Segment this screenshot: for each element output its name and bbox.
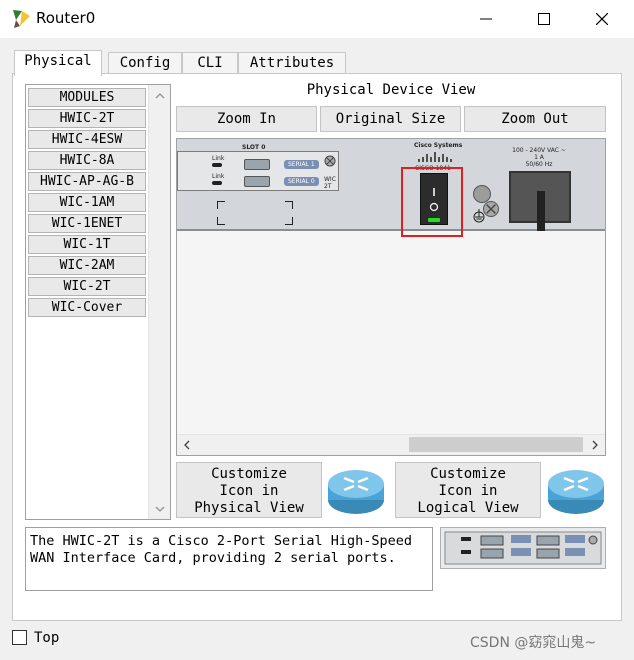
device-view-canvas: SLOT 0 Link Link SERIAL 1 SERIAL 0 WIC 2… (176, 138, 606, 456)
zoom-in-button[interactable]: Zoom In (176, 106, 317, 132)
screw-icon (483, 201, 499, 217)
watermark: CSDN @窈窕山鬼~ (470, 635, 597, 651)
customize-physical-label: Customize Icon in Physical View (194, 466, 304, 516)
serial1-label: SERIAL 1 (284, 160, 319, 169)
module-item-hwic-4esw[interactable]: HWIC-4ESW (28, 130, 146, 149)
module-thumbnail (440, 527, 606, 569)
router-logical-icon (548, 470, 604, 514)
module-header[interactable]: MODULES (28, 88, 146, 107)
module-description: The HWIC-2T is a Cisco 2-Port Serial Hig… (25, 527, 433, 591)
router-chassis: SLOT 0 Link Link SERIAL 1 SERIAL 0 WIC 2… (177, 139, 605, 237)
scroll-left-button[interactable] (177, 435, 197, 455)
link-led-1 (212, 163, 222, 167)
ground-symbol-icon (473, 209, 485, 223)
card-model-label-2: 2T (324, 183, 332, 190)
module-item-wic-2am[interactable]: WIC-2AM (28, 256, 146, 275)
router-physical-icon (328, 470, 384, 514)
serial0-port[interactable] (244, 176, 270, 187)
customize-physical-icon-button[interactable]: Customize Icon in Physical View (176, 462, 322, 518)
tab-physical[interactable]: Physical (14, 50, 102, 76)
power-rating-line-3: 50/60 Hz (525, 161, 553, 168)
top-checkbox-label: Top (34, 630, 60, 646)
cisco-brand-label: Cisco Systems (414, 142, 463, 149)
module-item-wic-2t[interactable]: WIC-2T (28, 277, 146, 296)
module-item-wic-1enet[interactable]: WIC-1ENET (28, 214, 146, 233)
card-model-label-1: WIC (324, 176, 336, 183)
power-switch-highlight (401, 167, 463, 237)
hscroll-thumb[interactable] (409, 437, 583, 452)
module-item-hwic-ap-ag-b[interactable]: HWIC-AP-AG-B (28, 172, 146, 191)
power-rating: 100 - 240V VAC ~ 1 A 50/60 Hz (507, 147, 571, 168)
empty-slot-bracket-bl (217, 217, 225, 225)
device-view-hscrollbar[interactable] (177, 434, 605, 455)
module-item-wic-cover[interactable]: WIC-Cover (28, 298, 146, 317)
minimize-button[interactable] (463, 0, 509, 38)
module-list-scrollbar[interactable] (148, 85, 170, 519)
module-item-hwic-2t[interactable]: HWIC-2T (28, 109, 146, 128)
tab-cli[interactable]: CLI (182, 52, 238, 74)
top-checkbox[interactable] (12, 630, 27, 645)
link-label-2: Link (212, 173, 225, 180)
chevron-down-icon (155, 506, 164, 512)
power-cord (537, 191, 545, 231)
module-item-hwic-8a[interactable]: HWIC-8A (28, 151, 146, 170)
title-bar: Router0 (0, 0, 634, 38)
scroll-right-button[interactable] (585, 435, 605, 455)
serial1-port[interactable] (244, 159, 270, 170)
scroll-down-button[interactable] (149, 498, 170, 519)
chevron-right-icon (592, 440, 598, 450)
power-rating-line-1: 100 - 240V VAC ~ (512, 147, 566, 154)
zoom-out-button[interactable]: Zoom Out (464, 106, 606, 132)
wic-2t-card[interactable]: SLOT 0 Link Link SERIAL 1 SERIAL 0 WIC 2… (177, 144, 339, 191)
slot-label: SLOT 0 (242, 144, 266, 151)
module-item-wic-1t[interactable]: WIC-1T (28, 235, 146, 254)
serial0-label: SERIAL 0 (284, 177, 319, 186)
cisco-logo-icon (418, 152, 452, 162)
tab-config[interactable]: Config (108, 52, 182, 74)
chevron-up-icon (155, 92, 164, 98)
tab-attributes[interactable]: Attributes (238, 52, 346, 74)
original-size-button[interactable]: Original Size (320, 106, 461, 132)
module-item-wic-1am[interactable]: WIC-1AM (28, 193, 146, 212)
maximize-icon (538, 13, 550, 25)
link-label-1: Link (212, 155, 225, 162)
power-rating-line-2: 1 A (534, 154, 544, 161)
hwic-2t-thumbnail-image (444, 531, 602, 565)
module-list: MODULES HWIC-2T HWIC-4ESW HWIC-8A HWIC-A… (25, 84, 171, 520)
empty-slot-bracket-tr (285, 201, 293, 209)
customize-logical-icon-button[interactable]: Customize Icon in Logical View (395, 462, 541, 518)
empty-slot-bracket-br (285, 217, 293, 225)
chevron-left-icon (184, 440, 190, 450)
link-led-2 (212, 181, 222, 185)
scroll-up-button[interactable] (149, 85, 170, 106)
empty-slot-bracket-tl (217, 201, 225, 209)
customize-logical-label: Customize Icon in Logical View (417, 466, 519, 516)
maximize-button[interactable] (521, 0, 567, 38)
close-button[interactable] (579, 0, 625, 38)
minimize-icon (480, 18, 492, 20)
physical-device-view-title: Physical Device View (306, 82, 476, 98)
window-title: Router0 (36, 9, 96, 27)
packet-tracer-app-icon (13, 10, 30, 28)
card-screw-icon (324, 155, 336, 167)
close-icon (596, 13, 608, 25)
